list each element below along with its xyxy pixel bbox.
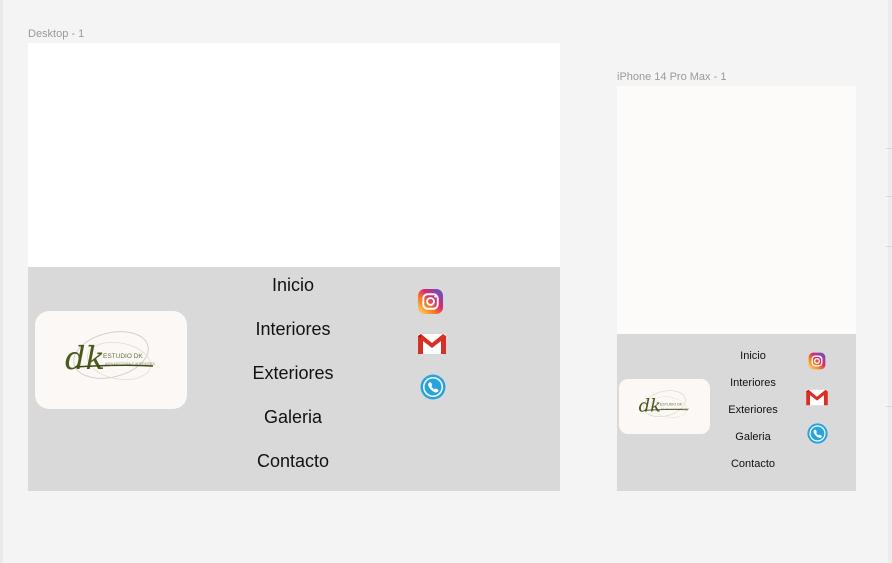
ruler-tick: [886, 406, 892, 407]
phone-icon[interactable]: [807, 423, 828, 444]
nav-link-exteriores[interactable]: Exteriores: [721, 404, 785, 417]
ruler-tick: [886, 246, 892, 247]
nav-link-inicio[interactable]: Inicio: [234, 275, 352, 295]
footer: dk ESTUDIO DK ARQUITECTURA E INTERIORES …: [28, 267, 560, 491]
estudio-dk-logo: dk ESTUDIO DK ARQUITECTURA E INTERIORES: [65, 331, 156, 380]
ruler-tick: [886, 148, 892, 149]
estudio-dk-logo: dk ESTUDIO DK ARQUITECTURA E INTERIORES: [639, 390, 690, 418]
canvas-left-edge: [0, 0, 3, 563]
nav-link-exteriores[interactable]: Exteriores: [234, 363, 352, 383]
phone-frame[interactable]: dk ESTUDIO DK ARQUITECTURA E INTERIORES …: [617, 86, 856, 491]
footer: dk ESTUDIO DK ARQUITECTURA E INTERIORES …: [617, 334, 856, 491]
logo-monogram: dk: [65, 339, 105, 377]
logo-tagline: ARQUITECTURA E INTERIORES: [661, 407, 690, 410]
logo-card[interactable]: dk ESTUDIO DK ARQUITECTURA E INTERIORES: [619, 379, 710, 434]
nav-link-interiores[interactable]: Interiores: [721, 377, 785, 390]
footer-nav: Inicio Interiores Exteriores Galeria Con…: [234, 267, 352, 491]
desktop-frame-label[interactable]: Desktop - 1: [28, 28, 84, 40]
nav-link-galeria[interactable]: Galeria: [721, 431, 785, 444]
logo-name: ESTUDIO DK: [103, 353, 143, 360]
footer-nav: Inicio Interiores Exteriores Galeria Con…: [721, 334, 785, 491]
instagram-icon[interactable]: [808, 352, 826, 370]
gmail-icon[interactable]: [417, 333, 447, 355]
logo-tagline: ARQUITECTURA E INTERIORES: [105, 362, 156, 366]
instagram-icon[interactable]: [417, 288, 444, 315]
logo-monogram: dk: [639, 396, 661, 417]
nav-link-interiores[interactable]: Interiores: [234, 319, 352, 339]
nav-link-contacto[interactable]: Contacto: [721, 458, 785, 471]
ruler-tick: [886, 196, 892, 197]
canvas-right-scroll-edge[interactable]: [888, 0, 892, 563]
phone-icon[interactable]: [420, 374, 446, 400]
logo-card[interactable]: dk ESTUDIO DK ARQUITECTURA E INTERIORES: [35, 311, 187, 409]
logo-name: ESTUDIO DK: [660, 402, 683, 406]
nav-link-contacto[interactable]: Contacto: [234, 451, 352, 471]
nav-link-inicio[interactable]: Inicio: [721, 350, 785, 363]
nav-link-galeria[interactable]: Galeria: [234, 407, 352, 427]
gmail-icon[interactable]: [805, 389, 829, 406]
phone-frame-label[interactable]: iPhone 14 Pro Max - 1: [617, 71, 726, 83]
desktop-frame[interactable]: dk ESTUDIO DK ARQUITECTURA E INTERIORES …: [28, 43, 560, 491]
